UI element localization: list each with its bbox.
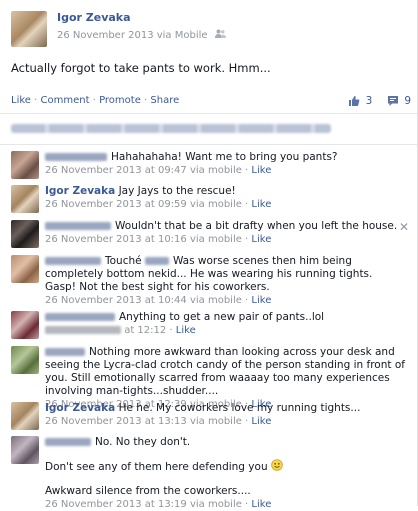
comment-text: He he. My coworkers love my running tigh… bbox=[118, 402, 361, 414]
commenter-name-redacted[interactable] bbox=[45, 257, 101, 265]
comment-time[interactable]: 26 November 2013 at 13:19 via mobile bbox=[45, 499, 242, 510]
author-avatar[interactable] bbox=[11, 11, 47, 47]
comment-like-link[interactable]: Like bbox=[251, 199, 271, 210]
commenter-avatar[interactable] bbox=[11, 436, 39, 464]
commenter-avatar[interactable] bbox=[11, 346, 39, 374]
post-meta: 26 November 2013 via Mobile bbox=[57, 29, 226, 41]
thumbs-up-icon[interactable] bbox=[348, 95, 360, 107]
commenter-name-redacted[interactable] bbox=[45, 313, 115, 321]
commenter-name-redacted[interactable] bbox=[45, 438, 91, 446]
comment-time[interactable]: at 12:12 bbox=[124, 325, 166, 336]
like-link[interactable]: Like bbox=[11, 95, 31, 106]
commenter-avatar[interactable] bbox=[11, 402, 39, 430]
commenter-avatar[interactable] bbox=[11, 151, 39, 179]
date-redacted bbox=[45, 326, 121, 334]
comment-text: No. No they don't. bbox=[95, 436, 191, 448]
comment-like-link[interactable]: Like bbox=[251, 499, 271, 510]
comment-text-line2: Don't see any of them here defending you bbox=[45, 461, 268, 473]
comment-like-link[interactable]: Like bbox=[251, 234, 271, 245]
commenter-avatar[interactable] bbox=[11, 311, 39, 339]
smiley-icon bbox=[271, 459, 283, 475]
comment-text-line3: Awkward silence from the coworkers.... bbox=[45, 485, 251, 497]
commenter-avatar[interactable] bbox=[11, 185, 39, 213]
comment-like-link[interactable]: Like bbox=[251, 165, 271, 176]
promote-link[interactable]: Promote bbox=[99, 95, 141, 106]
comment-time[interactable]: 26 November 2013 at 09:47 via mobile bbox=[45, 165, 242, 176]
comment-prefix: Touché bbox=[105, 255, 142, 267]
post-card: Igor Zevaka 26 November 2013 via Mobile … bbox=[0, 0, 418, 510]
commenter-avatar[interactable] bbox=[11, 255, 39, 283]
comments-count[interactable]: 9 bbox=[404, 95, 411, 107]
commenter-avatar[interactable] bbox=[11, 220, 39, 248]
tagged-name-redacted[interactable] bbox=[144, 257, 169, 265]
comment-text: Anything to get a new pair of pants..lol bbox=[119, 311, 325, 323]
commenter-name[interactable]: Igor Zevaka bbox=[45, 402, 115, 414]
comment-text: Jay Jays to the rescue! bbox=[118, 185, 236, 197]
close-icon[interactable]: ✕ bbox=[399, 221, 409, 233]
post-counts: 3 9 bbox=[348, 95, 411, 107]
comment-bubble-icon[interactable] bbox=[387, 95, 399, 107]
post-text: Actually forgot to take pants to work. H… bbox=[11, 61, 271, 75]
commenter-name-redacted[interactable] bbox=[45, 153, 107, 161]
comment-time[interactable]: 26 November 2013 at 10:16 via mobile bbox=[45, 234, 242, 245]
comment-time[interactable]: 26 November 2013 at 13:13 via mobile bbox=[45, 416, 242, 427]
comment-text: Nothing more awkward than looking across… bbox=[45, 346, 405, 397]
comment-text: Hahahahaha! Want me to bring you pants? bbox=[111, 151, 338, 163]
commenter-name[interactable]: Igor Zevaka bbox=[45, 185, 115, 197]
commenter-name-redacted[interactable] bbox=[45, 348, 85, 356]
divider bbox=[0, 144, 417, 145]
comment-time[interactable]: 26 November 2013 at 09:59 via mobile bbox=[45, 199, 242, 210]
comment-like-link[interactable]: Like bbox=[176, 325, 196, 336]
commenter-name-redacted[interactable] bbox=[45, 222, 111, 230]
comment-time[interactable]: 26 November 2013 at 10:44 via mobile bbox=[45, 295, 242, 306]
share-link[interactable]: Share bbox=[150, 95, 179, 106]
post-timestamp[interactable]: 26 November 2013 via Mobile bbox=[57, 30, 208, 41]
post-actions: Like · Comment · Promote · Share bbox=[11, 95, 180, 106]
comment-like-link[interactable]: Like bbox=[251, 295, 271, 306]
people-icon[interactable] bbox=[214, 29, 226, 41]
post-author[interactable]: Igor Zevaka bbox=[57, 11, 131, 24]
comment-text: Wouldn't that be a bit drafty when you l… bbox=[115, 220, 398, 232]
divider bbox=[0, 113, 417, 114]
likes-count[interactable]: 3 bbox=[366, 95, 373, 107]
comment-like-link[interactable]: Like bbox=[251, 416, 271, 427]
likers-list-redacted[interactable] bbox=[11, 124, 331, 133]
comment-link[interactable]: Comment bbox=[41, 95, 90, 106]
